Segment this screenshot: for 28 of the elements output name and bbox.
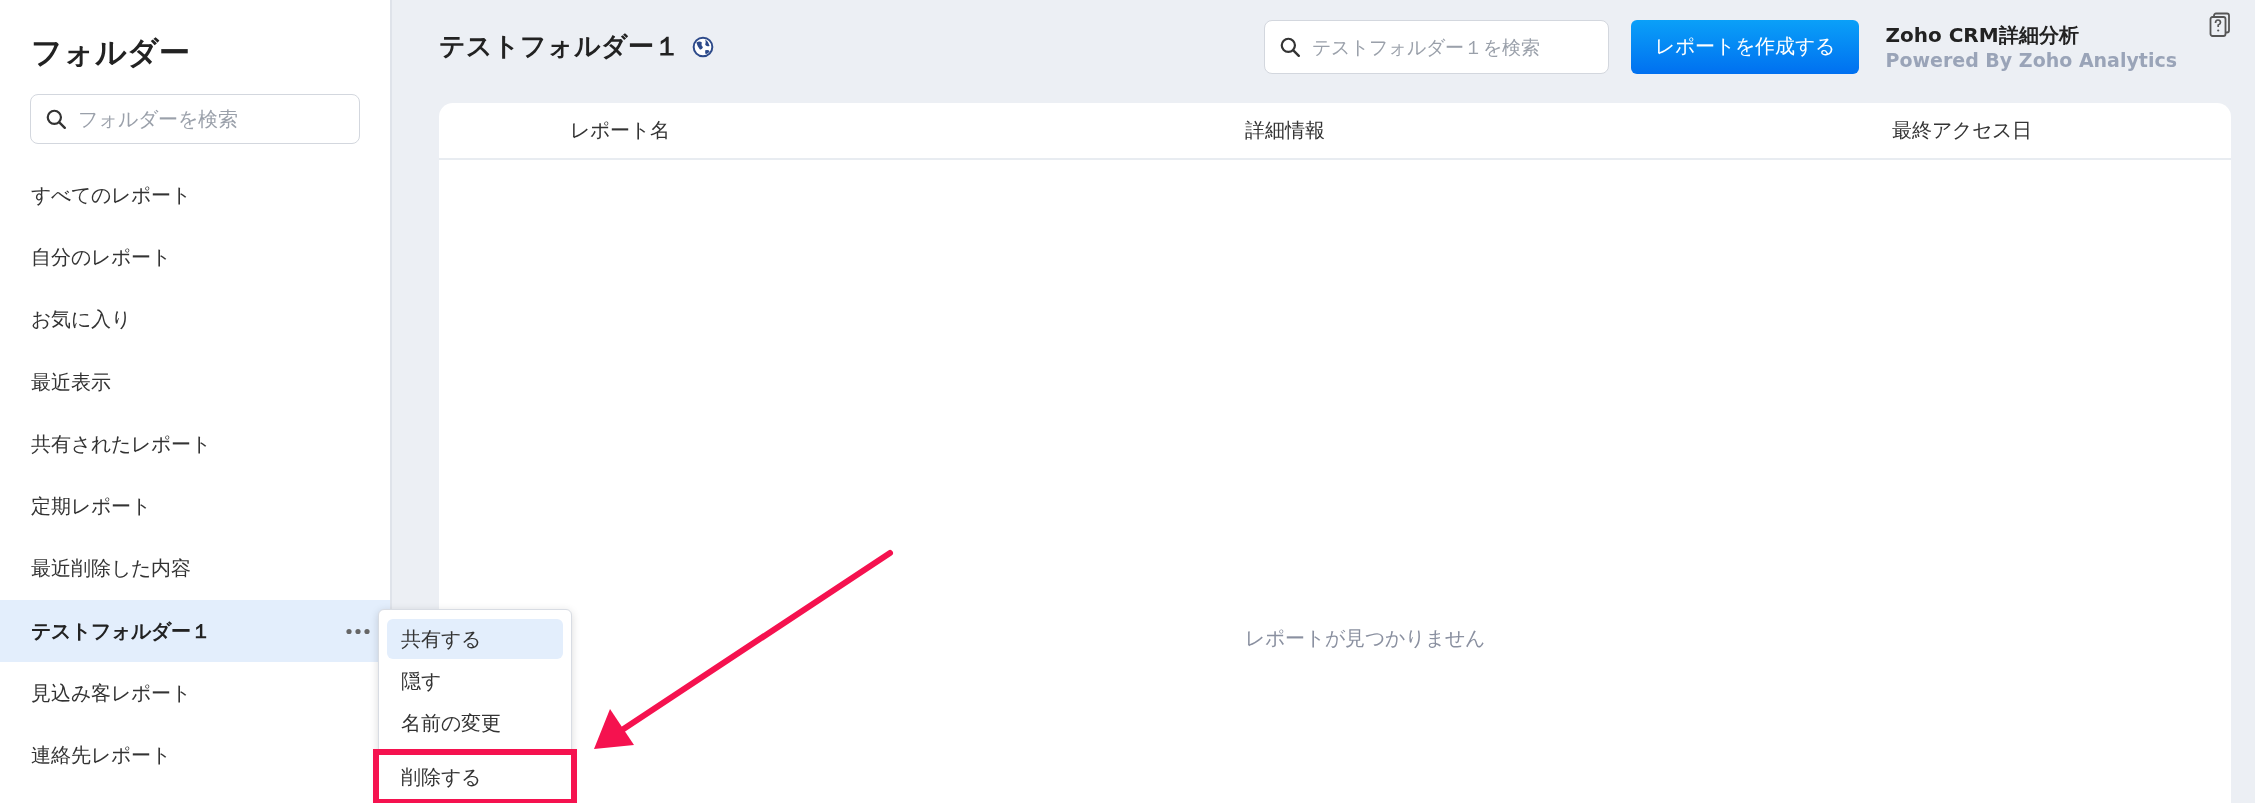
- menu-item[interactable]: 共有する: [387, 619, 563, 659]
- create-report-button[interactable]: レポートを作成する: [1631, 19, 1860, 74]
- sidebar-item[interactable]: 自分のレポート: [0, 226, 390, 289]
- empty-message: レポートが見つかりません: [1245, 625, 1485, 652]
- sidebar-item[interactable]: 最近表示: [0, 350, 390, 414]
- sidebar-item[interactable]: 定期レポート: [0, 475, 390, 538]
- report-search-field[interactable]: テストフォルダー１を検索: [1264, 19, 1610, 74]
- menu-item[interactable]: 隠す: [387, 661, 563, 701]
- sidebar-item[interactable]: 最近削除した内容: [0, 537, 390, 601]
- folder-title: テストフォルダー１: [439, 30, 680, 63]
- help-icon[interactable]: [2209, 11, 2231, 38]
- search-icon: [1279, 35, 1302, 58]
- app-subtitle: Powered By Zoho Analytics: [1885, 49, 2177, 71]
- sidebar-item[interactable]: 共有されたレポート: [0, 413, 390, 476]
- sidebar-item[interactable]: テストフォルダー１: [0, 600, 390, 663]
- column-header: 最終アクセス日: [1892, 117, 2032, 144]
- sidebar-item[interactable]: すべてのレポート: [0, 164, 390, 227]
- column-header: レポート名: [570, 117, 670, 144]
- folder-search-field[interactable]: フォルダーを検索: [30, 94, 360, 144]
- sidebar-item[interactable]: お気に入り: [0, 288, 390, 351]
- globe-icon: [692, 35, 714, 58]
- menu-item[interactable]: 削除する: [387, 757, 563, 797]
- column-header: 詳細情報: [1245, 117, 1325, 144]
- sidebar-title: フォルダー: [30, 33, 191, 72]
- search-icon: [45, 108, 67, 130]
- more-icon[interactable]: [346, 627, 370, 635]
- menu-item[interactable]: 名前の変更: [387, 703, 563, 743]
- app-name: Zoho CRM詳細分析: [1885, 22, 2080, 49]
